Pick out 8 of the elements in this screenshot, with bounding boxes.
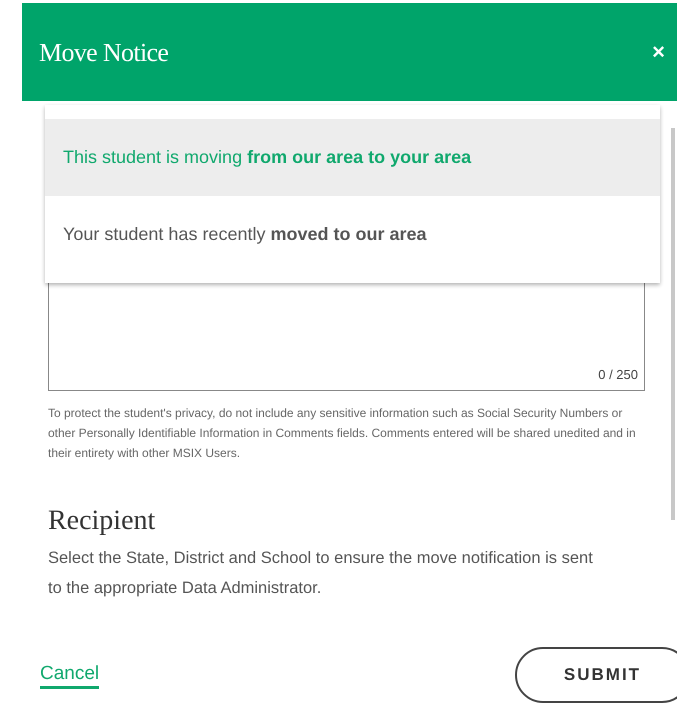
recipient-description: Select the State, District and School to ensure the move notification is sent to the appropriate Data Administrator. bbox=[48, 548, 594, 599]
character-counter: 0 / 250 bbox=[598, 366, 638, 384]
recipient-heading: Recipient bbox=[48, 504, 156, 538]
scrollbar[interactable] bbox=[671, 128, 675, 520]
submit-button[interactable]: SUBMIT bbox=[515, 647, 677, 703]
menu-option[interactable]: Your student has recently moved to our area bbox=[45, 196, 660, 273]
privacy-note: To protect the student's privacy, do not include any sensitive information such as Social Security Numbers or other Personally Identifiable Information in Comments fields. Comments entered will be shared unedited and in their entirety with other MSIX Users. bbox=[48, 405, 637, 462]
dialog-title: Move Notice bbox=[39, 36, 168, 68]
